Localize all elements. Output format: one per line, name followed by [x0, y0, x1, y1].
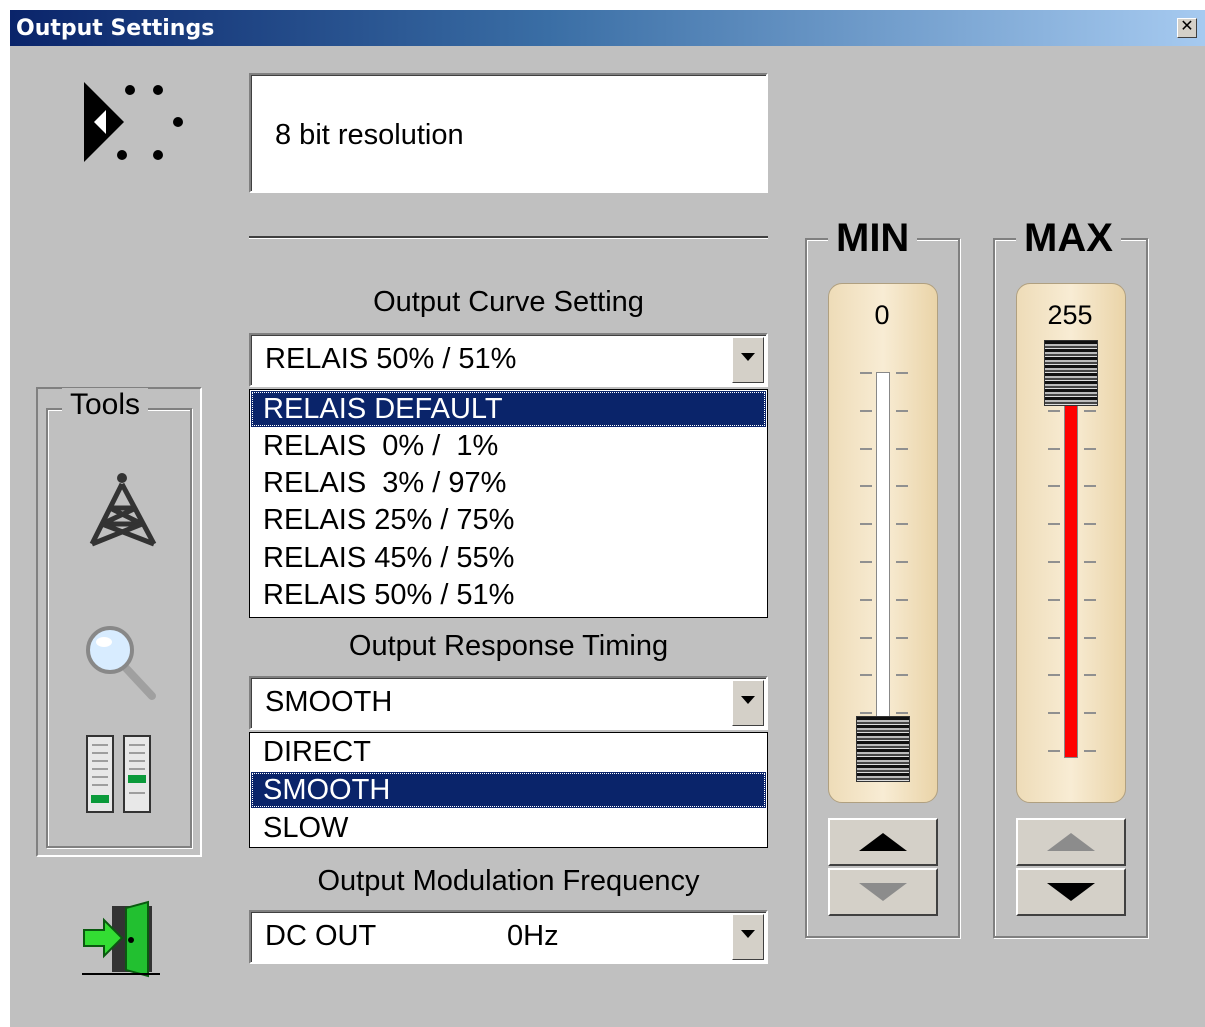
info-text: 8 bit resolution — [275, 119, 464, 151]
timing-dropdown-button[interactable] — [732, 680, 764, 726]
info-display: 8 bit resolution — [249, 73, 768, 193]
curve-select[interactable]: RELAIS 50% / 51% — [249, 333, 768, 387]
timing-select[interactable]: SMOOTH — [249, 676, 768, 730]
modulation-select[interactable]: DC OUT 0Hz — [249, 910, 768, 964]
slider-tick — [1084, 712, 1096, 715]
modulation-label: Output Modulation Frequency — [317, 865, 700, 897]
slider-tick — [1048, 523, 1060, 526]
curve-option[interactable]: RELAIS 25% / 75% — [251, 502, 766, 538]
curve-option[interactable]: RELAIS 0% / 1% — [251, 428, 766, 464]
slider-tick — [1084, 447, 1096, 450]
faders-icon[interactable] — [86, 735, 156, 815]
min-title: MIN — [828, 216, 918, 261]
separator — [249, 236, 768, 239]
curve-option[interactable]: RELAIS DEFAULT — [251, 391, 766, 427]
slider-tick — [860, 598, 872, 601]
slider-tick — [896, 372, 908, 374]
slider-tick — [860, 674, 872, 677]
slider-tick — [860, 636, 872, 639]
exit-door-icon[interactable] — [82, 900, 162, 980]
modulation-selected-frequency: 0Hz — [507, 920, 559, 952]
timing-option[interactable]: SMOOTH — [251, 772, 766, 808]
slider-tick — [860, 409, 872, 412]
curve-option[interactable]: RELAIS 45% / 55% — [251, 540, 766, 576]
slider-tick — [1048, 409, 1060, 412]
curve-option[interactable]: RELAIS 3% / 97% — [251, 465, 766, 501]
slider-tick — [1048, 750, 1060, 752]
slider-tick — [896, 561, 908, 563]
modulation-selected-name: DC OUT — [265, 920, 377, 952]
slider-tick — [1048, 447, 1060, 450]
slider-tick — [1048, 636, 1060, 639]
min-down-button[interactable] — [828, 868, 938, 916]
slider-tick — [896, 485, 908, 488]
slider-tick — [896, 447, 908, 450]
slider-tick — [1084, 523, 1096, 526]
slider-tick — [860, 523, 872, 526]
slider-tick — [860, 447, 872, 450]
slider-tick — [1084, 598, 1096, 601]
slider-tick — [860, 372, 872, 374]
timing-selected-value: SMOOTH — [265, 686, 393, 718]
slider-tick — [896, 636, 908, 639]
slider-tick — [860, 561, 872, 563]
curve-dropdown-button[interactable] — [732, 337, 764, 383]
slider-tick — [1048, 674, 1060, 677]
arrow-down-icon — [859, 883, 907, 901]
curve-label: Output Curve Setting — [373, 286, 644, 318]
max-down-button[interactable] — [1016, 868, 1126, 916]
slider-tick — [1048, 598, 1060, 601]
max-level-bar — [1064, 372, 1078, 758]
slider-tick — [896, 409, 908, 412]
min-slider-thumb[interactable] — [856, 716, 910, 782]
arrow-up-icon — [859, 833, 907, 851]
arrow-down-icon — [1047, 883, 1095, 901]
tower-icon[interactable] — [84, 470, 164, 550]
arrow-up-icon — [1047, 833, 1095, 851]
slider-tick — [1048, 712, 1060, 715]
slider-tick — [1084, 674, 1096, 677]
slider-tick — [896, 523, 908, 526]
title-bar[interactable]: Output Settings ✕ — [10, 10, 1205, 46]
slider-tick — [1084, 485, 1096, 488]
timing-option[interactable]: SLOW — [251, 810, 766, 846]
window-title: Output Settings — [16, 16, 215, 41]
min-up-button[interactable] — [828, 818, 938, 866]
curve-selected-value: RELAIS 50% / 51% — [265, 343, 517, 375]
slider-tick — [896, 712, 908, 715]
slider-tick — [860, 485, 872, 488]
max-slider-thumb[interactable] — [1044, 340, 1098, 406]
timing-label: Output Response Timing — [348, 630, 669, 662]
output-settings-window: Output Settings ✕ 8 bit resolution Outpu… — [10, 10, 1205, 1027]
max-title: MAX — [1016, 216, 1121, 261]
magnifier-icon[interactable] — [82, 622, 158, 702]
slider-tick — [860, 712, 872, 715]
slider-tick — [896, 674, 908, 677]
close-button[interactable]: ✕ — [1177, 18, 1197, 38]
min-value: 0 — [874, 300, 890, 330]
min-slider-track — [876, 372, 890, 758]
slider-tick — [896, 598, 908, 601]
timing-options-list[interactable]: DIRECT SMOOTH SLOW — [249, 732, 768, 848]
curve-options-list[interactable]: RELAIS DEFAULT RELAIS 0% / 1% RELAIS 3% … — [249, 389, 768, 618]
slider-tick — [1084, 750, 1096, 752]
modulation-dropdown-button[interactable] — [732, 914, 764, 960]
max-value: 255 — [1047, 300, 1093, 330]
app-logo-icon — [84, 82, 183, 162]
slider-tick — [1048, 561, 1060, 563]
slider-tick — [1084, 636, 1096, 639]
slider-tick — [1084, 409, 1096, 412]
slider-tick — [1048, 485, 1060, 488]
timing-option[interactable]: DIRECT — [251, 734, 766, 770]
curve-option[interactable]: RELAIS 50% / 51% — [251, 577, 766, 613]
max-up-button[interactable] — [1016, 818, 1126, 866]
slider-tick — [1084, 561, 1096, 563]
tools-label: Tools — [62, 388, 149, 422]
close-icon: ✕ — [1180, 18, 1194, 35]
